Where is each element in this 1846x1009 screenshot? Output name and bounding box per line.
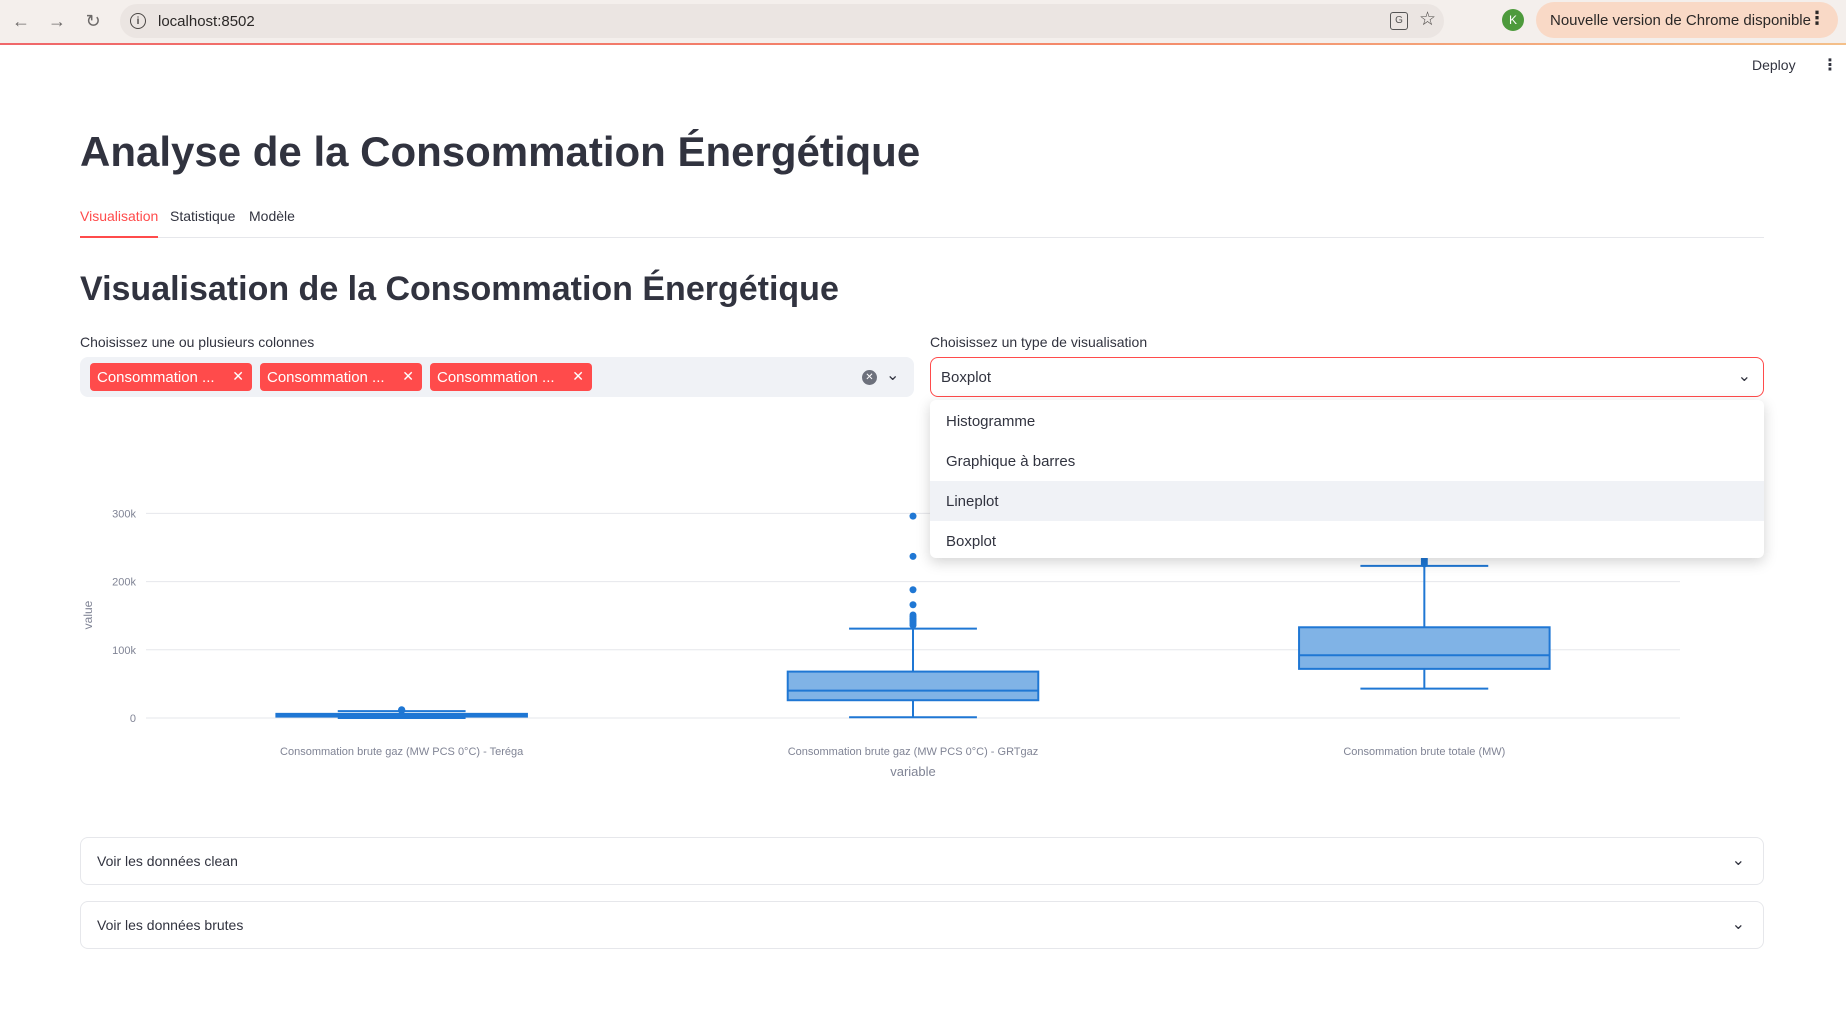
chrome-update-label: Nouvelle version de Chrome disponible [1550,11,1811,29]
column-chip[interactable]: Consommation ... ✕ [260,363,422,391]
outlier-point [909,512,917,520]
star-icon[interactable]: ☆ [1419,8,1436,31]
expander-raw-data[interactable]: Voir les données brutes ⌄ [80,901,1764,949]
x-axis-title: variable [890,764,936,779]
menu-dots-icon[interactable]: ⋮ [1808,8,1826,29]
forward-icon[interactable]: → [44,8,70,34]
section-title: Visualisation de la Consommation Énergét… [80,270,839,308]
chevron-down-icon[interactable]: ⌄ [1732,914,1745,934]
y-tick-label: 100k [112,645,136,657]
option-boxplot[interactable]: Boxplot [930,521,1764,561]
x-tick-label: Consommation brute totale (MW) [1343,746,1505,758]
y-axis-title: value [81,600,95,629]
option-histogramme[interactable]: Histogramme [930,401,1764,441]
remove-chip-icon[interactable]: ✕ [572,368,584,385]
column-chip[interactable]: Consommation ... ✕ [90,363,252,391]
columns-multiselect[interactable]: Consommation ... ✕ Consommation ... ✕ Co… [80,357,914,397]
tab-modele[interactable]: Modèle [249,208,295,238]
y-tick-label: 0 [130,713,136,725]
url-text[interactable]: localhost:8502 [158,13,255,30]
tab-visualisation[interactable]: Visualisation [80,208,159,238]
box-iqr [1298,626,1551,670]
expander-clean-label: Voir les données clean [97,853,238,869]
tab-statistique[interactable]: Statistique [170,208,235,238]
loading-accent-line [0,43,1846,45]
outlier-point [398,706,406,714]
x-tick-label: Consommation brute gaz (MW PCS 0°C) - Te… [280,746,524,758]
deploy-button[interactable]: Deploy [1752,57,1796,73]
reload-icon[interactable]: ↻ [80,8,106,34]
chrome-update-button[interactable]: Nouvelle version de Chrome disponible ⋮ [1536,2,1838,38]
remove-chip-icon[interactable]: ✕ [232,368,244,385]
columns-select-label: Choisissez une ou plusieurs colonnes [80,334,315,350]
remove-chip-icon[interactable]: ✕ [402,368,414,385]
browser-toolbar: ← → ↻ i localhost:8502 G ☆ K Nouvelle ve… [0,0,1846,44]
column-chip-label: Consommation ... [97,368,215,386]
column-chip-label: Consommation ... [437,368,555,386]
outlier-point [909,611,917,619]
expander-raw-label: Voir les données brutes [97,917,244,933]
address-bar[interactable]: i localhost:8502 G ☆ [120,4,1444,38]
translate-icon[interactable]: G [1390,12,1408,30]
profile-avatar[interactable]: K [1502,9,1524,31]
tab-bar: Visualisation Statistique Modèle [80,206,1764,238]
site-info-icon[interactable]: i [130,13,146,29]
option-lineplot[interactable]: Lineplot [930,481,1764,521]
y-tick-label: 200k [112,577,136,589]
viz-type-dropdown: Histogramme Graphique à barres Lineplot … [930,400,1764,558]
option-graphique-barres[interactable]: Graphique à barres [930,441,1764,481]
clear-all-icon[interactable]: ✕ [862,370,877,385]
outlier-point [909,586,917,594]
chevron-down-icon[interactable]: ⌄ [886,365,899,385]
outlier-point [909,552,917,560]
column-chip-label: Consommation ... [267,368,385,386]
box-iqr [786,670,1040,702]
chevron-down-icon[interactable]: ⌄ [1732,850,1745,870]
outlier-point [909,601,917,609]
chevron-down-icon[interactable]: ⌄ [1738,366,1751,386]
back-icon[interactable]: ← [8,8,34,34]
viz-select-label: Choisissez un type de visualisation [930,334,1148,350]
viz-type-value: Boxplot [941,369,992,386]
column-chip[interactable]: Consommation ... ✕ [430,363,592,391]
expander-clean-data[interactable]: Voir les données clean ⌄ [80,837,1764,885]
page-title: Analyse de la Consommation Énergétique [80,128,921,175]
viz-type-select[interactable]: Boxplot ⌄ [930,357,1764,397]
main-menu-icon[interactable]: ⋮ [1822,55,1838,75]
x-tick-label: Consommation brute gaz (MW PCS 0°C) - GR… [788,746,1039,758]
y-tick-label: 300k [112,508,136,520]
